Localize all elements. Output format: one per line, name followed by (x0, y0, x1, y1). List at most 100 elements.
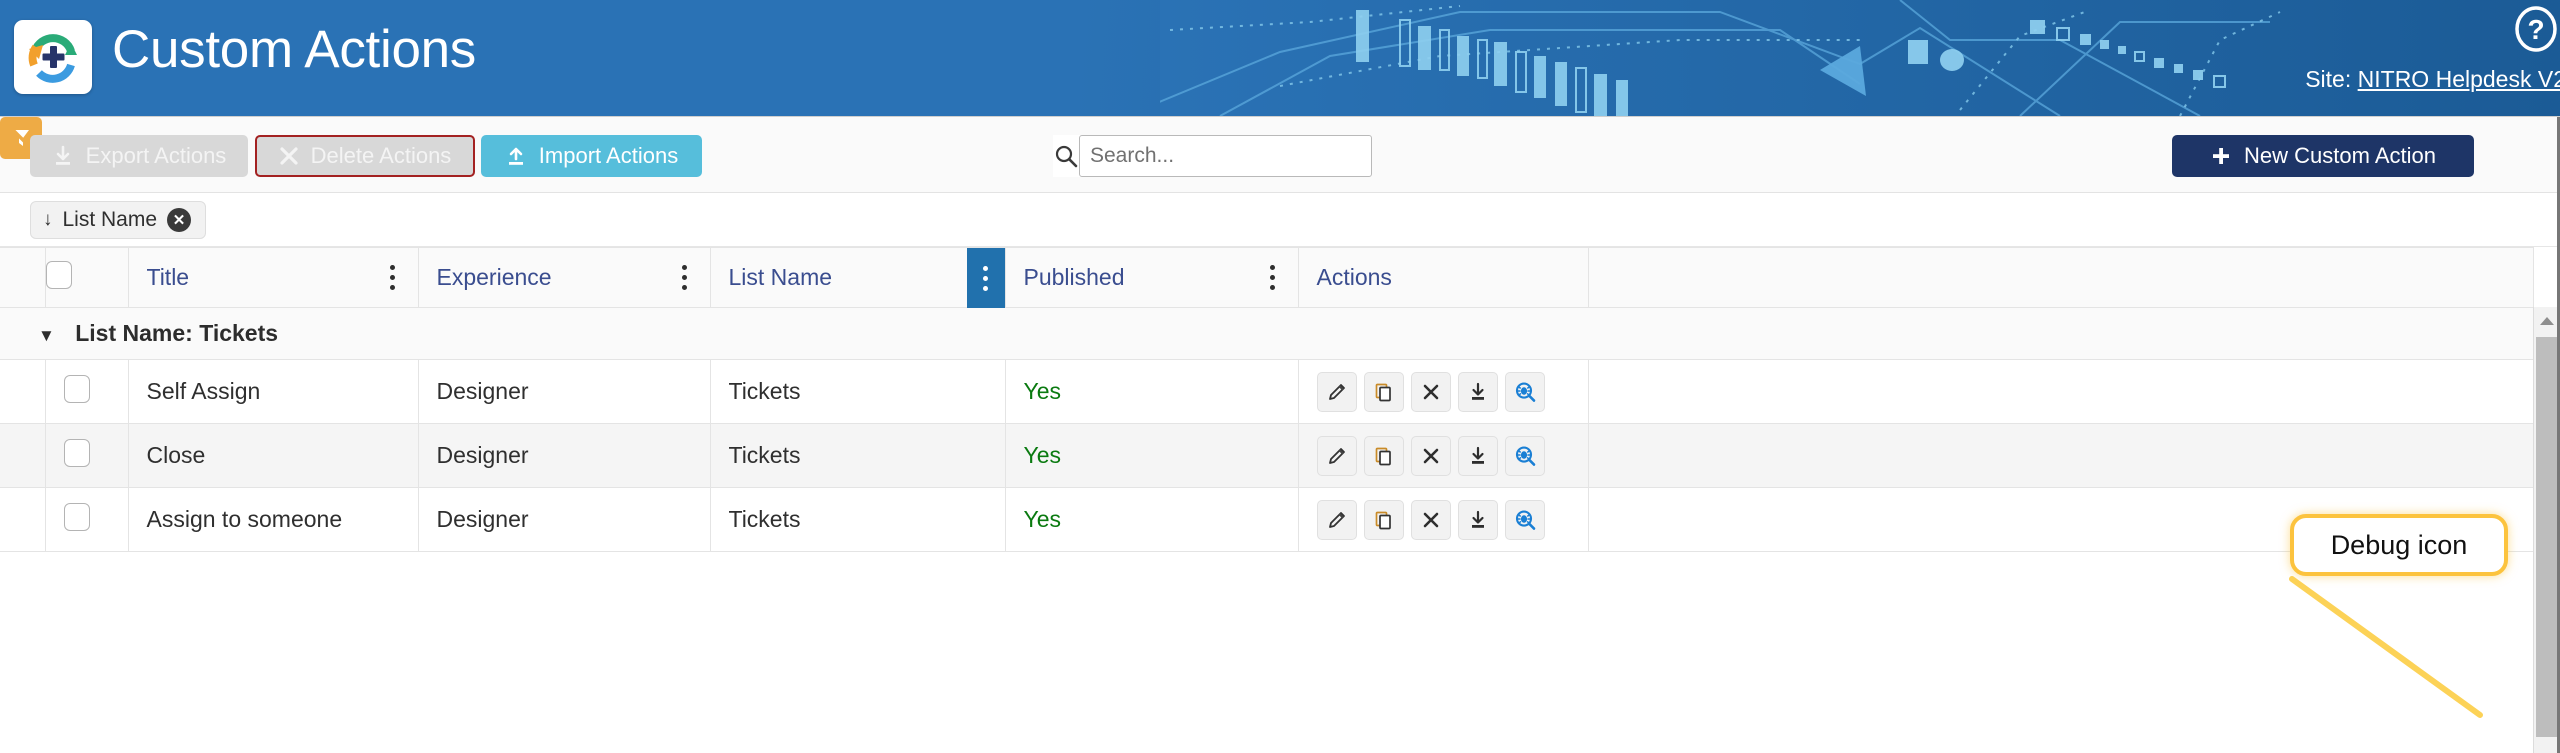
caret-down-icon[interactable]: ▼ (38, 326, 55, 346)
row-checkbox[interactable] (63, 374, 90, 403)
copy-icon[interactable] (1363, 435, 1404, 476)
row-action-buttons (1316, 499, 1588, 540)
delete-actions-button[interactable]: Delete Actions (255, 135, 475, 177)
delete-icon[interactable] (1410, 435, 1451, 476)
help-question-icon[interactable]: ? (2514, 6, 2558, 52)
header-experience[interactable]: Experience (418, 247, 711, 308)
custom-actions-table: Title Experience List Name Published Act… (0, 247, 2534, 552)
delete-icon[interactable] (1410, 371, 1451, 412)
column-menu-title-icon[interactable] (380, 256, 406, 300)
header-experience-label: Experience (436, 264, 552, 290)
row-spacer (1588, 423, 2534, 488)
delete-actions-label: Delete Actions (310, 143, 452, 168)
page-body: Export Actions Delete Actions Import Act… (0, 116, 2560, 753)
cell-actions (1298, 423, 1589, 488)
vertical-scrollbar[interactable] (2533, 307, 2560, 753)
new-custom-action-button[interactable]: New Custom Action (2172, 135, 2474, 177)
published-value: Yes (1023, 378, 1062, 404)
row-checkbox[interactable] (63, 502, 90, 531)
export-icon[interactable] (1457, 435, 1498, 476)
debug-icon[interactable] (1504, 499, 1545, 540)
edit-icon[interactable] (1316, 435, 1357, 476)
search-icon (1055, 145, 1078, 168)
search-icon-wrapper (1053, 135, 1079, 177)
upload-icon (508, 147, 523, 165)
row-gutter (0, 423, 46, 488)
banner-decoration-art (1160, 0, 2560, 116)
site-indicator: Site: NITRO Helpdesk V2 (2305, 66, 2560, 93)
row-select-cell (45, 487, 129, 552)
row-spacer (1588, 359, 2534, 424)
copy-icon[interactable] (1363, 371, 1404, 412)
cell-list-name: Tickets (710, 359, 1006, 424)
export-icon[interactable] (1457, 371, 1498, 412)
header-published[interactable]: Published (1005, 247, 1299, 308)
row-gutter (0, 487, 46, 552)
cell-published: Yes (1005, 359, 1299, 424)
select-all-checkbox[interactable] (45, 260, 72, 289)
sort-chip-row: ↓ List Name ✕ (0, 193, 2560, 247)
import-actions-button[interactable]: Import Actions (481, 135, 702, 177)
edit-icon[interactable] (1316, 499, 1357, 540)
header-actions: Actions (1298, 247, 1589, 308)
table-header-row: Title Experience List Name Published Act… (0, 247, 2534, 308)
header-title-label: Title (146, 264, 190, 290)
row-gutter (0, 359, 46, 424)
copy-icon[interactable] (1363, 499, 1404, 540)
app-logo-tile (14, 20, 92, 94)
header-gutter (0, 247, 46, 308)
header-title[interactable]: Title (128, 247, 419, 308)
search-input[interactable] (1079, 135, 1372, 177)
edit-icon[interactable] (1316, 371, 1357, 412)
delete-icon[interactable] (1410, 499, 1451, 540)
nitro-refresh-plus-logo-icon (28, 34, 77, 83)
table-row[interactable]: Self Assign Designer Tickets Yes (0, 359, 2534, 424)
plus-icon (2213, 148, 2230, 164)
debug-icon[interactable] (1504, 371, 1545, 412)
site-label: Site: (2305, 66, 2352, 92)
table-row[interactable]: Close Designer Tickets Yes (0, 423, 2534, 488)
sort-chip-list-name[interactable]: ↓ List Name ✕ (30, 201, 207, 239)
column-menu-experience-icon[interactable] (672, 256, 698, 300)
row-select-cell (45, 359, 129, 424)
table-head: Title Experience List Name Published Act… (0, 247, 2534, 308)
cell-actions (1298, 487, 1589, 552)
group-header-row[interactable]: ▼ List Name: Tickets (0, 307, 2533, 360)
header-spacer (1588, 247, 2534, 308)
scrollbar-thumb[interactable] (2536, 337, 2559, 737)
export-actions-button[interactable]: Export Actions (30, 135, 248, 177)
header-actions-label: Actions (1316, 264, 1392, 290)
header-select-all (45, 247, 129, 308)
download-icon (55, 145, 70, 165)
row-select-cell (45, 423, 129, 488)
svg-text:?: ? (2527, 14, 2544, 45)
table-body: ▼ List Name: Tickets Self Assign Designe… (0, 307, 2534, 552)
table-row[interactable]: Assign to someone Designer Tickets Yes (0, 487, 2534, 552)
app-header-banner: Custom Actions ? Site: NITRO Helpdesk V2 (0, 0, 2560, 116)
callout-debug-icon: Debug icon (2290, 514, 2508, 576)
cell-title: Close (128, 423, 419, 488)
debug-icon[interactable] (1504, 435, 1545, 476)
import-actions-label: Import Actions (538, 143, 679, 168)
cell-title: Assign to someone (128, 487, 419, 552)
column-menu-published-icon[interactable] (1260, 256, 1286, 300)
published-value: Yes (1023, 506, 1062, 532)
row-action-buttons (1316, 371, 1588, 412)
cell-title: Self Assign (128, 359, 419, 424)
close-x-icon (280, 147, 298, 165)
cell-experience: Designer (418, 487, 711, 552)
new-custom-action-label: New Custom Action (2244, 143, 2436, 168)
export-icon[interactable] (1457, 499, 1498, 540)
cell-experience: Designer (418, 423, 711, 488)
column-menu-list-name-icon[interactable] (966, 248, 1005, 308)
search-container (1053, 135, 1372, 177)
row-checkbox[interactable] (63, 438, 90, 467)
circle-x-icon[interactable]: ✕ (167, 208, 192, 232)
cell-published: Yes (1005, 423, 1299, 488)
cell-experience: Designer (418, 359, 711, 424)
cell-list-name: Tickets (710, 423, 1006, 488)
header-list-name-label: List Name (728, 264, 833, 290)
group-header-label: List Name: Tickets (75, 320, 279, 346)
site-link[interactable]: NITRO Helpdesk V2 (2358, 66, 2560, 92)
header-list-name[interactable]: List Name (710, 247, 1006, 308)
